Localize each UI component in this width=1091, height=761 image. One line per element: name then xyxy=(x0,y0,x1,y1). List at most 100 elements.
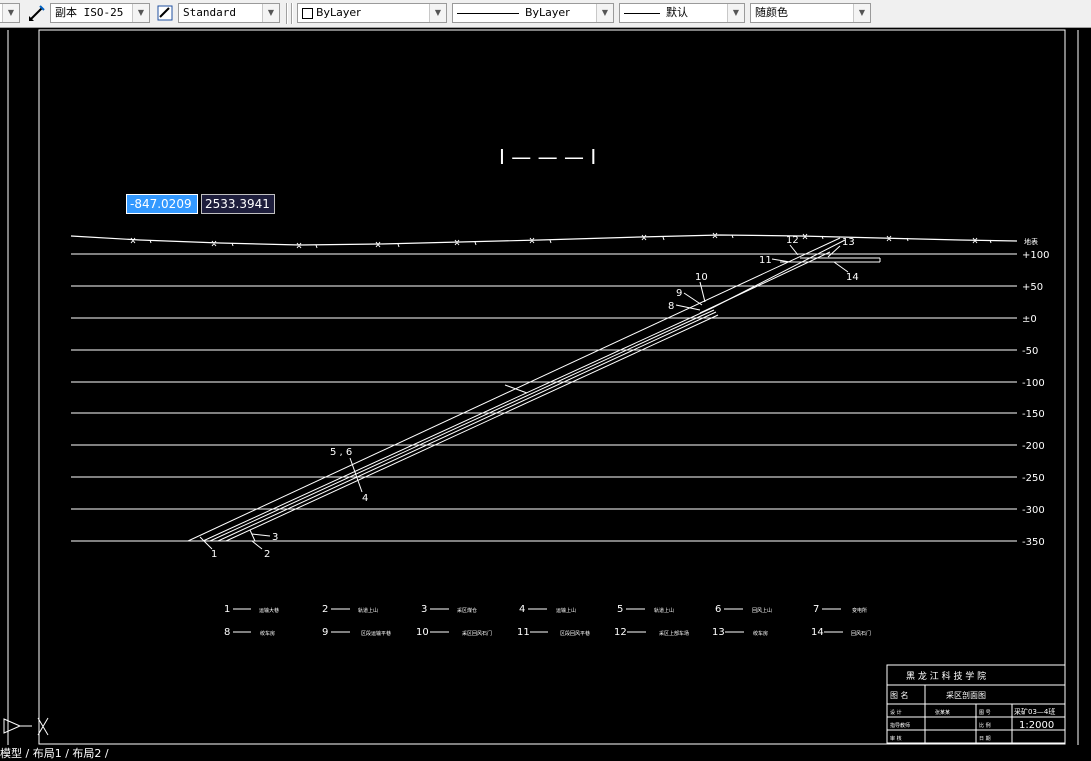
drawing-number-value: 采矿03—4班 xyxy=(1014,707,1055,716)
dynamic-input-y-value: 2533.3941 xyxy=(205,197,270,211)
dynamic-input-y[interactable]: 2533.3941 xyxy=(201,194,275,214)
roadway-line xyxy=(202,307,713,542)
roadway-line xyxy=(217,311,717,542)
legend-num: 10 xyxy=(416,627,429,638)
legend-text: 回风上山 xyxy=(752,607,772,614)
callout-8: 8 xyxy=(668,301,674,312)
legend-item: 13 绞车房 xyxy=(712,627,768,638)
legend-num: 9 xyxy=(322,627,328,638)
dimension-style-icon[interactable] xyxy=(28,4,46,22)
legend-num: 1 xyxy=(224,604,230,615)
color-control-select[interactable]: ByLayer ▼ xyxy=(297,3,447,23)
drawing-canvas[interactable]: I — — — I +100 +50 ±0 -50 -100 -150 -200… xyxy=(0,28,1091,745)
drawing-number-label: 图 号 xyxy=(979,710,991,716)
text-style-select[interactable]: Standard ▼ xyxy=(178,3,280,23)
plotstyle-control-select[interactable]: 随颜色 ▼ xyxy=(750,3,871,23)
legend-num: 6 xyxy=(715,604,721,615)
color-control-value: ByLayer xyxy=(316,6,361,19)
bunker-mark xyxy=(249,529,256,542)
leader-line xyxy=(251,540,263,550)
scale-value: 1:2000 xyxy=(1019,720,1054,731)
linetype-control-value: ByLayer xyxy=(525,6,570,19)
legend-text: 回风石门 xyxy=(851,630,871,637)
chevron-down-icon: ▼ xyxy=(429,4,446,22)
elevation-label: -150 xyxy=(1022,409,1045,420)
ground-surface-line xyxy=(70,234,1018,246)
leader-line xyxy=(833,261,849,273)
layout-tabs[interactable]: 模型 / 布局1 / 布局2 / xyxy=(0,745,109,761)
elevation-label: +50 xyxy=(1022,282,1043,293)
callout-13: 13 xyxy=(842,237,855,248)
drawing-name-label: 图 名 xyxy=(890,690,909,700)
legend-text: 绞车房 xyxy=(260,630,275,637)
legend-text: 采区回风石门 xyxy=(462,630,492,637)
legend-text: 区段运输平巷 xyxy=(361,630,391,637)
chevron-down-icon: ▼ xyxy=(727,4,744,22)
designer-label: 设 计 xyxy=(890,709,902,716)
legend-item: 12 采区上部车场 xyxy=(614,627,689,638)
section-title: I — — — I xyxy=(499,145,596,169)
lineweight-sample-icon xyxy=(624,12,660,14)
callout-14: 14 xyxy=(846,272,859,283)
callout-1: 1 xyxy=(211,549,217,560)
legend-text: 轨道上山 xyxy=(358,607,378,614)
elevation-label: -50 xyxy=(1022,346,1038,357)
toolbar-separator xyxy=(286,3,288,24)
designer-value: 张某某 xyxy=(935,709,950,716)
legend-item: 14 回风石门 xyxy=(811,627,871,638)
text-style-icon[interactable] xyxy=(156,4,174,22)
callout-11: 11 xyxy=(759,255,772,266)
properties-toolbar: ▼ 副本 ISO-25 ▼ Standard ▼ ByLayer ▼ ByLay… xyxy=(0,0,1091,28)
legend-text: 轨道上山 xyxy=(654,607,674,614)
leader-line xyxy=(699,281,706,303)
legend-num: 11 xyxy=(517,627,530,638)
elevation-label: -100 xyxy=(1022,378,1045,389)
text-style-value: Standard xyxy=(183,6,236,19)
callout-10: 10 xyxy=(695,272,708,283)
linetype-control-select[interactable]: ByLayer ▼ xyxy=(452,3,614,23)
inclined-roadways xyxy=(187,237,881,550)
left-dropdown-stub[interactable]: ▼ xyxy=(0,3,20,23)
scale-label: 比 例 xyxy=(979,722,991,729)
legend-item: 10 采区回风石门 xyxy=(416,627,492,638)
drawing-name-value: 采区剖面图 xyxy=(946,690,986,700)
chevron-down-icon: ▼ xyxy=(262,4,279,22)
legend-num: 4 xyxy=(519,604,525,615)
legend-num: 2 xyxy=(322,604,328,615)
callout-2: 2 xyxy=(264,549,270,560)
legend-item: 3 采区煤仓 xyxy=(421,604,477,615)
legend-num: 12 xyxy=(614,627,627,638)
ucs-icon xyxy=(3,717,49,736)
toolbar-separator xyxy=(291,3,293,24)
legend-text: 区段回风平巷 xyxy=(560,630,590,637)
legend-num: 14 xyxy=(811,627,824,638)
plotstyle-control-value: 随颜色 xyxy=(755,6,788,19)
layout-tabs-text: 模型 / 布局1 / 布局2 / xyxy=(0,747,109,760)
surface-label: 地表 xyxy=(1024,237,1038,246)
leader-line xyxy=(683,292,703,306)
dynamic-input-x[interactable]: -847.0209 xyxy=(126,194,198,214)
elevation-label: -350 xyxy=(1022,537,1045,548)
legend-text: 采区上部车场 xyxy=(659,630,689,637)
reviewer-label: 审 核 xyxy=(890,735,902,742)
legend-num: 7 xyxy=(813,604,819,615)
chevron-down-icon: ▼ xyxy=(596,4,613,22)
legend-item: 11 区段回风平巷 xyxy=(517,627,590,638)
legend-text: 绞车房 xyxy=(753,630,768,637)
legend-item: 7 变电所 xyxy=(813,604,867,615)
callout-4: 4 xyxy=(362,493,368,504)
roadway-line xyxy=(711,239,846,309)
dynamic-input-x-value: -847.0209 xyxy=(130,197,192,211)
callout-5-6: 5 , 6 xyxy=(330,447,352,458)
legend-item: 2 轨道上山 xyxy=(322,604,378,615)
elevation-label: -200 xyxy=(1022,441,1045,452)
elevation-lines xyxy=(71,253,1017,542)
legend-num: 8 xyxy=(224,627,230,638)
chevron-down-icon: ▼ xyxy=(853,4,870,22)
lineweight-control-select[interactable]: 默认 ▼ xyxy=(619,3,745,23)
leader-line xyxy=(675,304,701,311)
legend-text: 变电所 xyxy=(852,607,867,614)
chevron-down-icon: ▼ xyxy=(2,4,19,22)
dimension-style-select[interactable]: 副本 ISO-25 ▼ xyxy=(50,3,150,23)
legend-num: 3 xyxy=(421,604,427,615)
